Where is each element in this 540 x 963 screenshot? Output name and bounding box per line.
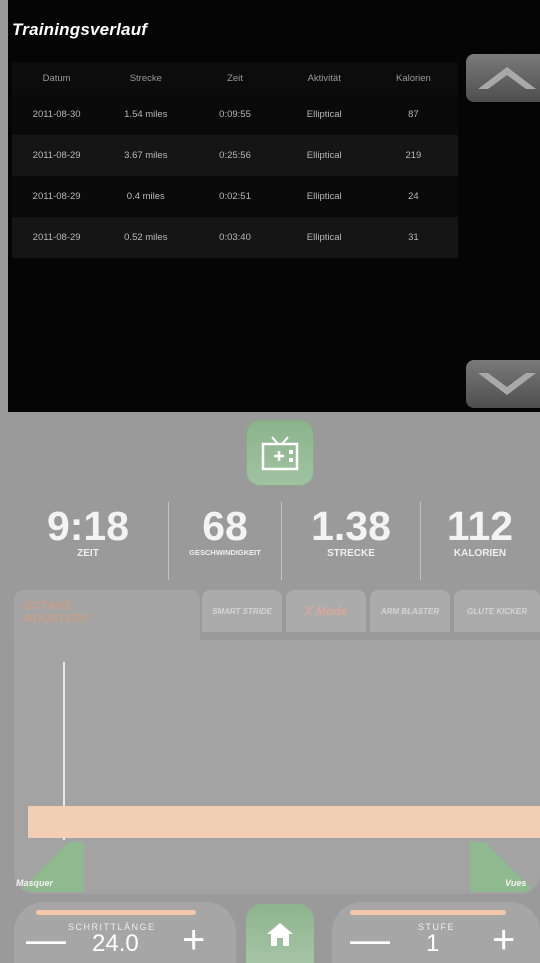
level-stepper: STUFE — 1 + (332, 902, 540, 963)
cell-time: 0:03:40 (219, 232, 251, 243)
cell-date: 2011-08-30 (32, 109, 81, 120)
cell-date: 2011-08-29 (32, 191, 81, 202)
level-value: 1 (426, 930, 440, 957)
page-title: Trainingsverlauf (12, 20, 148, 39)
stat-label: STRECKE (327, 548, 375, 559)
cell-distance: 0.52 miles (124, 232, 168, 243)
cell-activity: Elliptical (306, 150, 342, 161)
history-table: Datum Strecke Zeit Aktivität Kalorien 20… (12, 62, 458, 258)
stride-level-bar (36, 910, 196, 915)
cell-distance: 0.4 miles (126, 191, 165, 202)
views-label[interactable]: Vues (505, 878, 526, 888)
tv-add-icon (261, 436, 299, 471)
cell-distance: 3.67 miles (124, 150, 168, 161)
stat-value: 1.38 (311, 503, 391, 549)
table-row[interactable]: 2011-08-29 3.67 miles 0:25:56 Elliptical… (12, 135, 458, 176)
table-row[interactable]: 2011-08-30 1.54 miles 0:09:55 Elliptical… (12, 94, 458, 135)
cell-activity: Elliptical (306, 109, 342, 120)
cell-calories: 24 (408, 191, 419, 202)
cell-calories: 87 (408, 109, 419, 120)
boosters-title-line1: OCTANE (24, 600, 73, 612)
cell-activity: Elliptical (306, 191, 342, 202)
cell-time: 0:02:51 (219, 191, 251, 202)
chevron-down-icon (478, 373, 536, 395)
workout-profile-bar (28, 806, 540, 838)
cell-date: 2011-08-29 (32, 232, 81, 243)
tab-glute-kicker[interactable]: GLUTE KICKER (454, 590, 540, 632)
table-row[interactable]: 2011-08-29 0.4 miles 0:02:51 Elliptical … (12, 176, 458, 217)
column-header-calories: Kalorien (395, 72, 431, 84)
tab-x-mode[interactable]: X Mode (286, 590, 366, 632)
chevron-up-icon (478, 67, 536, 89)
level-plus-button[interactable]: + (492, 920, 515, 960)
stride-minus-button[interactable]: — (26, 920, 66, 960)
stride-length-stepper: SCHRITTLÄNGE — 24.0 + (14, 902, 236, 963)
stat-speed: 68 GESCHWINDIGKEIT (169, 496, 281, 588)
stat-label: ZEIT (77, 548, 99, 559)
cell-date: 2011-08-29 (32, 150, 81, 161)
stat-label: GESCHWINDIGKEIT (189, 548, 261, 557)
cell-time: 0:25:56 (219, 150, 251, 161)
home-button[interactable] (246, 904, 314, 963)
tv-button[interactable] (246, 420, 314, 486)
level-bar (350, 910, 506, 915)
cell-calories: 219 (405, 150, 422, 161)
column-header-time: Zeit (227, 72, 243, 84)
booster-tabs: OCTANE BOOSTERS SMART STRIDE X Mode ARM … (14, 590, 540, 640)
tab-arm-blaster[interactable]: ARM BLASTER (370, 590, 450, 632)
hide-label[interactable]: Masquer (16, 878, 53, 888)
cell-calories: 31 (408, 232, 419, 243)
table-row[interactable]: 2011-08-29 0.52 miles 0:03:40 Elliptical… (12, 217, 458, 258)
training-history-panel: Trainingsverlauf Datum Strecke Zeit Akti… (8, 0, 540, 412)
level-minus-button[interactable]: — (350, 920, 390, 960)
stat-value: 9:18 (46, 503, 130, 549)
scroll-down-button[interactable] (466, 360, 540, 408)
stride-value: 24.0 (92, 930, 139, 957)
tab-smart-stride[interactable]: SMART STRIDE (202, 590, 282, 632)
stat-label: KALORIEN (453, 548, 507, 559)
column-header-distance: Strecke (129, 72, 162, 84)
stat-time: 9:18 ZEIT (8, 496, 168, 588)
stat-calories: 112 KALORIEN (421, 496, 539, 588)
home-icon (267, 922, 293, 946)
cell-distance: 1.54 miles (124, 109, 168, 120)
cell-activity: Elliptical (306, 232, 342, 243)
scroll-up-button[interactable] (466, 54, 540, 102)
workout-stats: 9:18 ZEIT 68 GESCHWINDIGKEIT 1.38 STRECK… (8, 496, 540, 588)
column-header-activity: Aktivität (307, 72, 341, 84)
octane-boosters-tab[interactable]: OCTANE BOOSTERS (14, 590, 200, 640)
cell-time: 0:09:55 (219, 109, 251, 120)
stride-plus-button[interactable]: + (182, 920, 205, 960)
workout-graph-panel (14, 640, 540, 894)
stat-value: 112 (446, 503, 514, 549)
boosters-title-line2: BOOSTERS (24, 613, 90, 625)
table-header-row: Datum Strecke Zeit Aktivität Kalorien (12, 62, 458, 94)
column-header-date: Datum (42, 72, 71, 84)
stat-distance: 1.38 STRECKE (282, 496, 420, 588)
stat-value: 68 (202, 503, 248, 549)
